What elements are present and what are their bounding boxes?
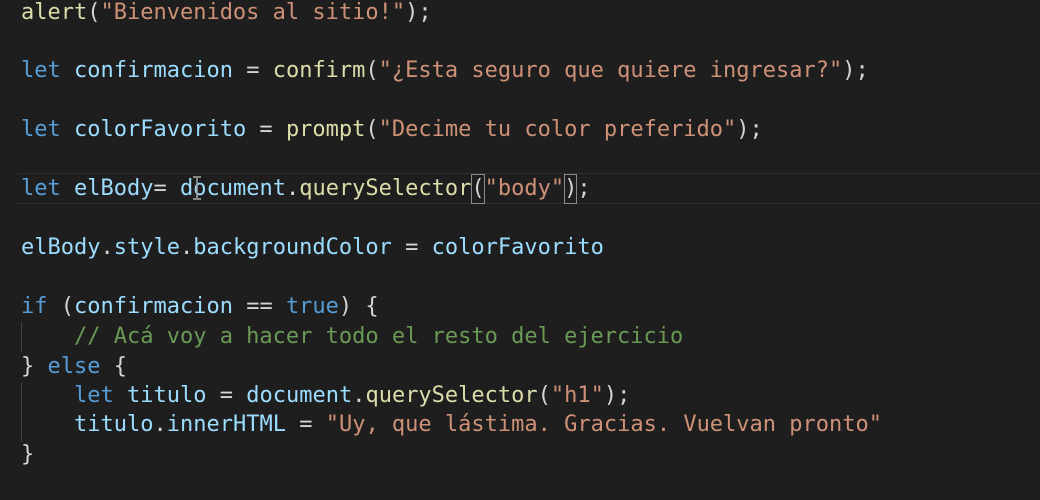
token-string: "¿Esta seguro que quiere ingresar?" [378,58,843,83]
token-punct: . [179,235,194,260]
token-variable: colorFavorito [431,235,604,260]
token-punct: { [100,354,127,379]
code-line-11[interactable]: if (confirmacion == true) { [21,292,379,322]
token-variable: elBody [74,176,154,201]
token-comment: // Acá voy a hacer todo el resto del eje… [74,324,684,349]
code-line-16[interactable]: } [21,440,34,470]
token-punct: . [285,176,300,201]
code-line-5[interactable]: let colorFavorito = prompt("Decime tu co… [21,115,763,145]
token-variable: confirmacion [74,294,233,319]
token-variable: colorFavorito [74,117,247,142]
token-object: titulo [74,412,154,437]
token-keyword: let [21,58,61,83]
token-function: confirm [272,58,366,83]
bracket-match-open: ( [471,174,485,204]
token-string: "body" [484,176,565,201]
token-property: style [113,235,180,260]
code-line-14[interactable]: let titulo = document.querySelector("h1"… [21,381,630,411]
token-punct: ; [577,176,591,201]
token-variable: titulo [127,383,207,408]
token-punct: } [21,442,35,467]
token-keyword: let [21,117,61,142]
code-line-3[interactable]: let confirmacion = confirm("¿Esta seguro… [21,56,869,86]
token-punct: ); [842,58,869,83]
code-line-1[interactable]: alert("Bienvenidos al sitio!"); [21,0,432,28]
token-literal: true [285,294,339,319]
token-function: prompt [285,117,366,142]
token-keyword: if [21,294,48,319]
token-keyword: let [21,176,61,201]
token-operator: = [285,412,326,437]
code-line-9[interactable]: elBody.style.backgroundColor = colorFavo… [21,233,604,263]
token-punct: } [21,354,48,379]
token-punct: ( [87,0,101,25]
token-punct: ); [736,117,763,142]
token-punct: ( [365,58,379,83]
token-punct: ); [603,383,631,408]
code-editor[interactable]: alert("Bienvenidos al sitio!"); let conf… [0,0,1040,500]
token-string: "h1" [550,383,604,408]
code-line-7[interactable]: let elBody= document.querySelector("body… [21,174,591,204]
token-operator: == [232,294,286,319]
token-operator: = [153,176,180,201]
token-function: alert [21,0,88,25]
token-operator: = [232,58,273,83]
token-punct: . [100,235,114,260]
token-property: backgroundColor [193,235,392,260]
token-keyword: let [74,383,114,408]
token-keyword: else [47,354,101,379]
token-operator: = [391,235,432,260]
text-cursor-icon [193,176,201,200]
code-line-15[interactable]: titulo.innerHTML = "Uy, que lástima. Gra… [21,410,882,440]
token-punct: . [352,383,366,408]
token-punct: ( [47,294,74,319]
token-string: "Decime tu color preferido" [378,117,737,142]
token-property: innerHTML [166,412,286,437]
token-function: querySelector [299,176,472,201]
token-object: elBody [21,235,101,260]
token-operator: = [246,117,286,142]
token-punct: . [153,412,167,437]
token-operator: = [206,383,247,408]
token-object: document [246,383,353,408]
token-punct: ( [365,117,379,142]
token-punct: ) { [338,294,379,319]
bracket-match-close: ) [564,174,578,204]
token-punct: ); [405,0,432,25]
token-string: "Uy, que lástima. Gracias. Vuelvan pront… [325,412,882,437]
code-line-12[interactable]: // Acá voy a hacer todo el resto del eje… [21,322,683,352]
token-punct: ( [537,383,551,408]
code-line-13[interactable]: } else { [21,352,127,382]
token-string: "Bienvenidos al sitio!" [100,0,406,25]
token-variable: confirmacion [74,58,233,83]
token-function: querySelector [365,383,538,408]
